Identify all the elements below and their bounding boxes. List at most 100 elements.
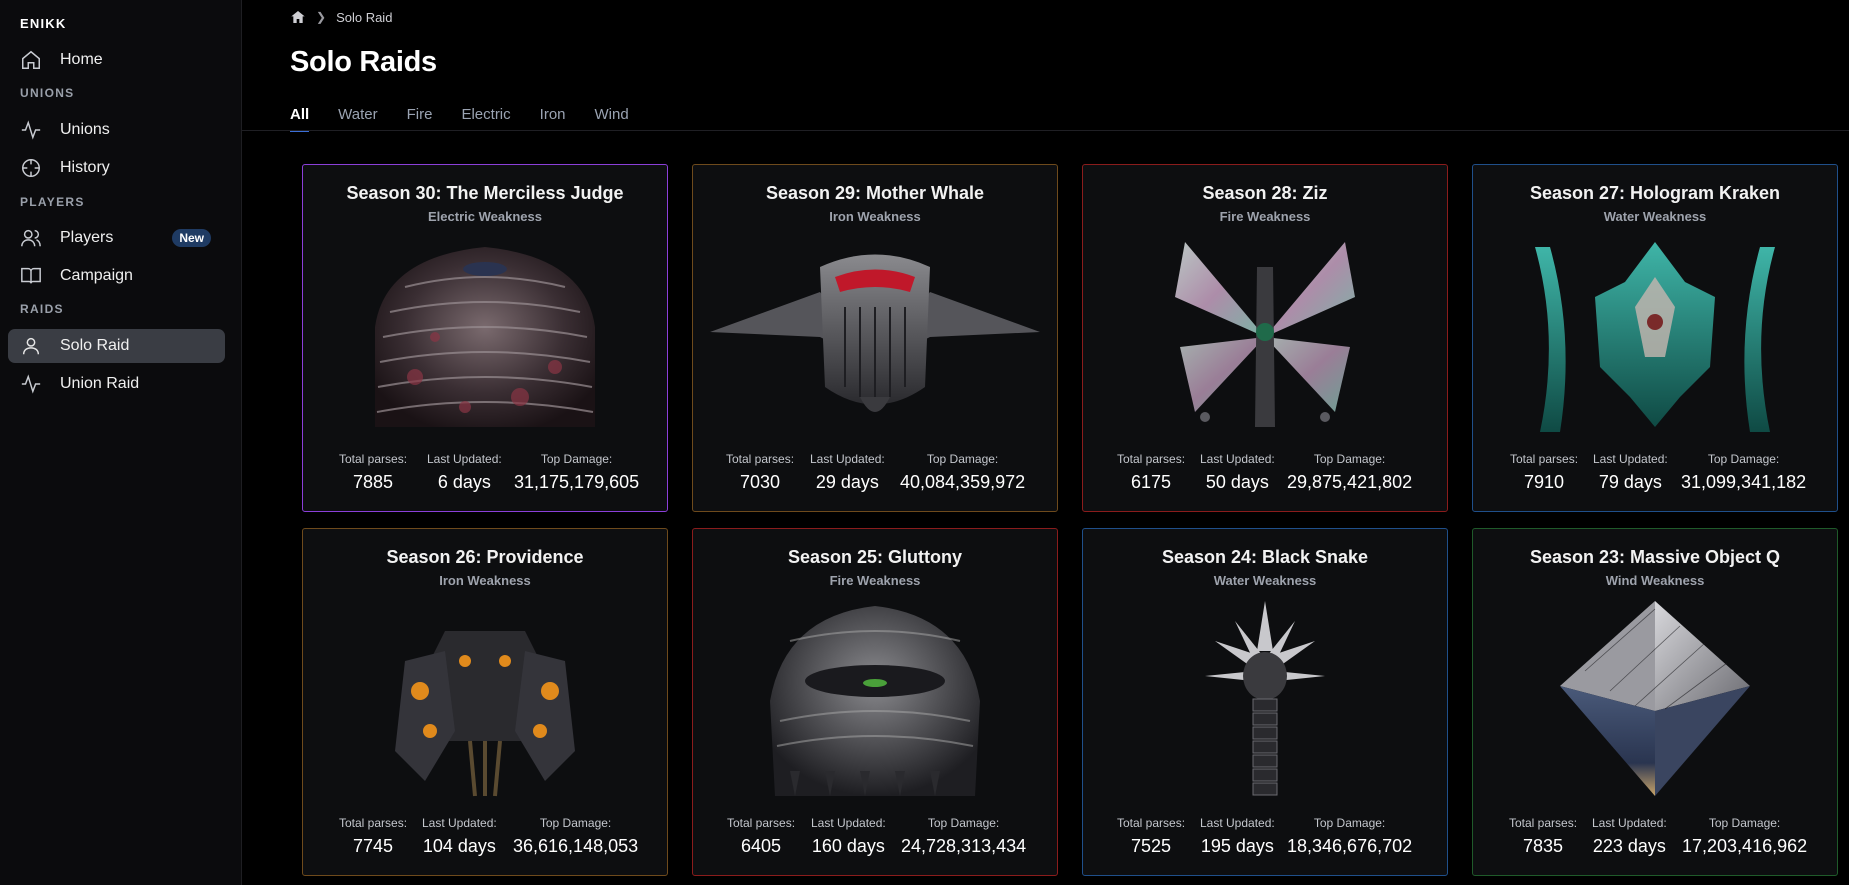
stat-label: Top Damage: xyxy=(1708,816,1781,830)
sidebar-item-label: Campaign xyxy=(60,267,133,284)
stat-total-parses: Total parses: 7525 xyxy=(1117,816,1185,857)
stat-value: 223 days xyxy=(1592,836,1666,856)
chevron-right-icon: ❯ xyxy=(316,10,327,24)
section-label-unions: UNIONS xyxy=(20,86,75,100)
stat-value: 7910 xyxy=(1524,472,1565,492)
stat-label: Last Updated: xyxy=(422,816,497,830)
boss-image xyxy=(1083,237,1447,437)
stat-last-updated: Last Updated: 160 days xyxy=(811,816,886,857)
raid-card[interactable]: Season 29: Mother Whale Iron Weakness To… xyxy=(692,164,1058,512)
stat-value: 6 days xyxy=(437,472,491,492)
element-filter-tabs: All Water Fire Electric Iron Wind xyxy=(290,106,658,132)
stat-value: 7745 xyxy=(353,836,394,856)
tab-iron[interactable]: Iron xyxy=(540,106,566,132)
raid-weakness: Iron Weakness xyxy=(439,573,531,588)
stat-top-damage: Top Damage: 18,346,676,702 xyxy=(1287,816,1412,857)
raid-title: Season 24: Black Snake xyxy=(1161,547,1369,567)
stat-label: Total parses: xyxy=(1510,452,1579,466)
sidebar-item-label: Union Raid xyxy=(60,375,140,392)
users-icon xyxy=(21,229,41,247)
new-badge: New xyxy=(172,229,211,247)
stat-total-parses: Total parses: 7745 xyxy=(339,816,407,857)
boss-image xyxy=(303,237,667,437)
stat-last-updated: Last Updated: 223 days xyxy=(1592,816,1667,857)
raid-card[interactable]: Season 27: Hologram Kraken Water Weaknes… xyxy=(1472,164,1838,512)
tab-fire[interactable]: Fire xyxy=(407,106,433,132)
boss-image xyxy=(303,601,667,801)
raid-card[interactable]: Season 30: The Merciless Judge Electric … xyxy=(302,164,668,512)
stat-value: 17,203,416,962 xyxy=(1682,836,1808,856)
activity-icon xyxy=(21,374,41,394)
stat-last-updated: Last Updated: 195 days xyxy=(1200,816,1275,857)
tab-electric[interactable]: Electric xyxy=(461,106,510,132)
stat-top-damage: Top Damage: 40,084,359,972 xyxy=(900,452,1025,493)
stat-value: 6175 xyxy=(1131,472,1172,492)
stat-label: Last Updated: xyxy=(1593,452,1668,466)
sidebar-item-home[interactable]: Home xyxy=(8,43,225,77)
raid-weakness: Electric Weakness xyxy=(428,209,542,224)
brand-logo[interactable]: ENIKK xyxy=(20,16,66,31)
stat-label: Last Updated: xyxy=(1200,816,1275,830)
boss-image xyxy=(1473,237,1837,437)
stat-total-parses: Total parses: 6405 xyxy=(727,816,795,857)
stat-value: 6405 xyxy=(741,836,782,856)
boss-image xyxy=(693,601,1057,801)
sidebar-item-history[interactable]: History xyxy=(8,151,225,185)
sidebar-item-solo-raid[interactable]: Solo Raid xyxy=(8,329,225,363)
stat-total-parses: Total parses: 7835 xyxy=(1509,816,1577,857)
stat-label: Last Updated: xyxy=(1592,816,1667,830)
stat-value: 7030 xyxy=(740,472,781,492)
stat-value: 31,175,179,605 xyxy=(514,472,640,492)
stat-value: 50 days xyxy=(1205,472,1269,492)
raid-card[interactable]: Season 28: Ziz Fire Weakness Total parse… xyxy=(1082,164,1448,512)
stat-top-damage: Top Damage: 31,099,341,182 xyxy=(1681,452,1806,493)
crosshair-icon xyxy=(22,159,40,177)
raid-title: Season 25: Gluttony xyxy=(787,547,963,567)
stat-label: Top Damage: xyxy=(927,816,1000,830)
raid-weakness: Water Weakness xyxy=(1213,573,1317,588)
stat-label: Top Damage: xyxy=(539,816,612,830)
raid-card[interactable]: Season 25: Gluttony Fire Weakness Total … xyxy=(692,528,1058,876)
stat-value: 7835 xyxy=(1523,836,1564,856)
stat-label: Total parses: xyxy=(1117,816,1186,830)
stat-value: 7885 xyxy=(353,472,394,492)
stat-label: Last Updated: xyxy=(811,816,886,830)
tab-all[interactable]: All xyxy=(290,106,310,132)
stat-label: Total parses: xyxy=(339,452,408,466)
tab-wind[interactable]: Wind xyxy=(595,106,629,132)
stat-value: 24,728,313,434 xyxy=(901,836,1027,856)
sidebar-item-label: History xyxy=(60,159,110,176)
stat-total-parses: Total parses: 7910 xyxy=(1510,452,1578,493)
breadcrumb-current: Solo Raid xyxy=(336,9,393,25)
raid-card[interactable]: Season 24: Black Snake Water Weakness To… xyxy=(1082,528,1448,876)
stat-label: Total parses: xyxy=(1117,452,1186,466)
sidebar-item-unions[interactable]: Unions xyxy=(8,113,225,147)
stat-label: Total parses: xyxy=(727,816,796,830)
home-icon xyxy=(22,50,40,69)
tab-water[interactable]: Water xyxy=(338,106,377,132)
sidebar-item-label: Home xyxy=(60,51,103,68)
raid-title: Season 26: Providence xyxy=(386,547,584,567)
stat-total-parses: Total parses: 7885 xyxy=(339,452,407,493)
stat-value: 7525 xyxy=(1131,836,1172,856)
raid-title: Season 30: The Merciless Judge xyxy=(346,183,624,203)
home-icon[interactable] xyxy=(290,9,306,25)
sidebar-item-campaign[interactable]: Campaign xyxy=(8,259,225,293)
stat-value: 29 days xyxy=(815,472,879,492)
sidebar-item-union-raid[interactable]: Union Raid xyxy=(8,367,225,401)
raid-weakness: Fire Weakness xyxy=(1219,209,1311,224)
stat-label: Last Updated: xyxy=(427,452,502,466)
raid-title: Season 29: Mother Whale xyxy=(765,183,985,203)
raid-card[interactable]: Season 26: Providence Iron Weakness Tota… xyxy=(302,528,668,876)
raid-weakness: Fire Weakness xyxy=(829,573,921,588)
raid-card[interactable]: Season 23: Massive Object Q Wind Weaknes… xyxy=(1472,528,1838,876)
sidebar-item-players[interactable]: Players New xyxy=(8,221,225,255)
sidebar-item-label: Players xyxy=(60,229,114,246)
stat-last-updated: Last Updated: 6 days xyxy=(427,452,502,493)
raid-title: Season 23: Massive Object Q xyxy=(1529,547,1781,567)
stat-value: 18,346,676,702 xyxy=(1287,836,1413,856)
stat-last-updated: Last Updated: 104 days xyxy=(422,816,497,857)
raid-grid: Season 30: The Merciless Judge Electric … xyxy=(302,164,1842,885)
stat-top-damage: Top Damage: 17,203,416,962 xyxy=(1682,816,1807,857)
stat-value: 160 days xyxy=(811,836,885,856)
